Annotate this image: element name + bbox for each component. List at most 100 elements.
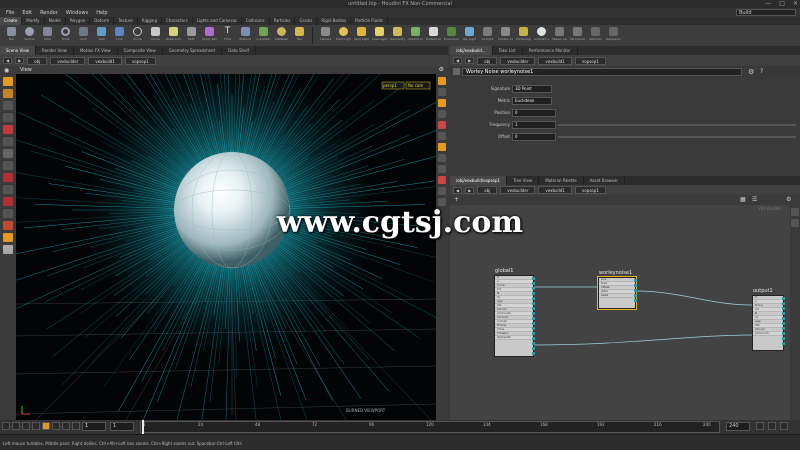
vop-port-connector[interactable] [532,352,535,355]
shelf-tool-line[interactable]: Line [112,25,127,46]
vop-port-connector[interactable] [532,347,535,350]
shelf-tool-volume-light[interactable]: Volume Light [408,25,423,46]
offset-slider[interactable] [558,136,796,138]
shelf-tool-stereo-camera[interactable]: Stereo Camera [552,25,567,46]
breadcrumb-vexbuild1[interactable]: vexbuild1 [538,186,572,194]
shelf-tool-tube[interactable]: Tube [40,25,55,46]
vop-port-connector[interactable] [532,322,535,325]
shelf-tab[interactable]: Deform [90,17,115,25]
vop-port-connector[interactable] [782,307,785,310]
shelf-tab[interactable]: Modify [22,17,45,25]
vop-port-connector[interactable] [532,327,535,330]
vop-port-connector[interactable] [532,307,535,310]
shelf-tab[interactable]: Characters [162,17,193,25]
point-snap-icon[interactable] [3,209,13,218]
breadcrumb-vopsop1[interactable]: vopsop1 [574,186,606,194]
desktop-dropdown[interactable]: Build [736,9,796,16]
display-options-icon[interactable] [438,77,446,85]
magnet-icon[interactable] [3,173,13,182]
start-frame-field[interactable]: 1 [110,422,134,431]
vop-port-connector[interactable] [634,289,637,292]
shelf-tool-spray-paint[interactable]: Spray Paint [202,25,217,46]
ghost-icon[interactable] [438,132,446,140]
menu-edit[interactable]: Edit [22,10,32,16]
shelf-tool-curve[interactable]: Curve [148,25,163,46]
vop-port-connector[interactable] [634,279,637,282]
menu-render[interactable]: Render [40,10,58,16]
camera-view-icon[interactable] [438,187,446,195]
back-icon[interactable]: ◀ [3,57,13,64]
frequency-field[interactable]: 1 [512,121,556,129]
tab-take-list[interactable]: Take List [493,46,523,55]
shelf-tool-switcher[interactable]: Switcher [588,25,603,46]
vop-port-connector[interactable] [634,294,637,297]
gear-icon[interactable]: ⚙ [748,68,754,76]
vop-port-connector[interactable] [782,327,785,330]
vop-port-connector[interactable] [782,312,785,315]
current-frame-field[interactable]: 1 [82,422,106,431]
vop-node-global[interactable]: global1 Pv force Cd Nid age life ptnum primnum v… [494,268,535,357]
vop-port-connector[interactable] [532,342,535,345]
vop-node-output[interactable]: output1 Pv force Cd Nid age life ptnum primnum [752,288,785,351]
cam-menu[interactable]: No cam [408,83,423,88]
shelf-tool-environment-light[interactable]: Environment Light [444,25,459,46]
step-back-icon[interactable] [22,422,30,430]
network-options-icon[interactable]: ⚙ [786,196,791,203]
shelf-tool-box[interactable]: Box [4,25,19,46]
prev-key-icon[interactable] [12,422,20,430]
pose-icon[interactable] [3,137,13,146]
forward-icon[interactable]: ▶ [465,57,475,64]
shelf-tab[interactable]: Polygon [66,17,91,25]
snap-icon[interactable] [3,161,13,170]
vop-port-connector[interactable] [782,297,785,300]
stop-icon[interactable] [42,422,50,430]
breadcrumb-vexbuild1[interactable]: vexbuild1 [538,56,572,65]
tab-parameters[interactable]: /obj/vexbuild... [450,46,493,55]
shelf-tool-area-light[interactable]: Area Light [372,25,387,46]
tab-composite-view[interactable]: Composite View [118,46,163,55]
vop-port-connector[interactable] [634,299,637,302]
normals-icon[interactable] [438,154,446,162]
add-icon[interactable]: + [454,196,459,203]
vop-port-row[interactable]: seed [599,294,635,298]
wireframe-icon[interactable] [438,88,446,96]
shelf-tool-ambient-light[interactable]: Ambient Light [534,25,549,46]
breadcrumb-obj[interactable]: obj [27,56,48,65]
eye-icon[interactable]: ◉ [4,67,9,74]
shelf-tool-sky-light[interactable]: Sky Light [462,25,477,46]
signature-select[interactable]: 3D Point [512,85,552,93]
vop-port-connector[interactable] [532,317,535,320]
forward-icon[interactable]: ▶ [465,186,475,194]
vop-port-connector[interactable] [532,332,535,335]
back-icon[interactable]: ◀ [453,57,463,64]
breadcrumb-vexbuilder[interactable]: vexbuilder [500,186,536,194]
shelf-tool-null[interactable]: Null [94,25,109,46]
menu-file[interactable]: File [6,10,14,16]
vop-port-connector[interactable] [782,317,785,320]
back-icon[interactable]: ◀ [453,186,463,194]
breadcrumb-vexbuild1[interactable]: vexbuild1 [88,56,122,65]
tab-tree-view[interactable]: Tree View [507,176,540,185]
viewport-options-icon[interactable]: ⚙ [439,66,444,73]
primitive-icon[interactable] [438,176,446,184]
vop-port-connector[interactable] [782,337,785,340]
shaded-icon[interactable] [438,99,446,107]
shelf-tool-torus[interactable]: Torus [58,25,73,46]
shelf-tab[interactable]: Grains [295,17,318,25]
vop-port-connector[interactable] [782,322,785,325]
first-frame-icon[interactable] [2,422,10,430]
vop-port-connector[interactable] [532,287,535,290]
scale-icon[interactable] [3,113,13,122]
breadcrumb-vexbuilder[interactable]: vexbuilder [50,56,86,65]
breadcrumb-vexbuilder[interactable]: vexbuilder [500,56,536,65]
tab-performance-monitor[interactable]: Performance Monitor [523,46,578,55]
lock-icon[interactable] [768,422,776,430]
select-icon[interactable] [3,77,13,86]
end-frame-field[interactable]: 240 [726,422,750,431]
move-icon[interactable] [3,89,13,98]
shelf-tab[interactable]: Collisions [242,17,270,25]
offset-field[interactable]: 0 [512,133,556,141]
shelf-tool-distant-light[interactable]: Distant Light [426,25,441,46]
vop-port-connector[interactable] [532,292,535,295]
shelf-tool-gamepad-camera[interactable]: Gamepad Camera [606,25,621,46]
